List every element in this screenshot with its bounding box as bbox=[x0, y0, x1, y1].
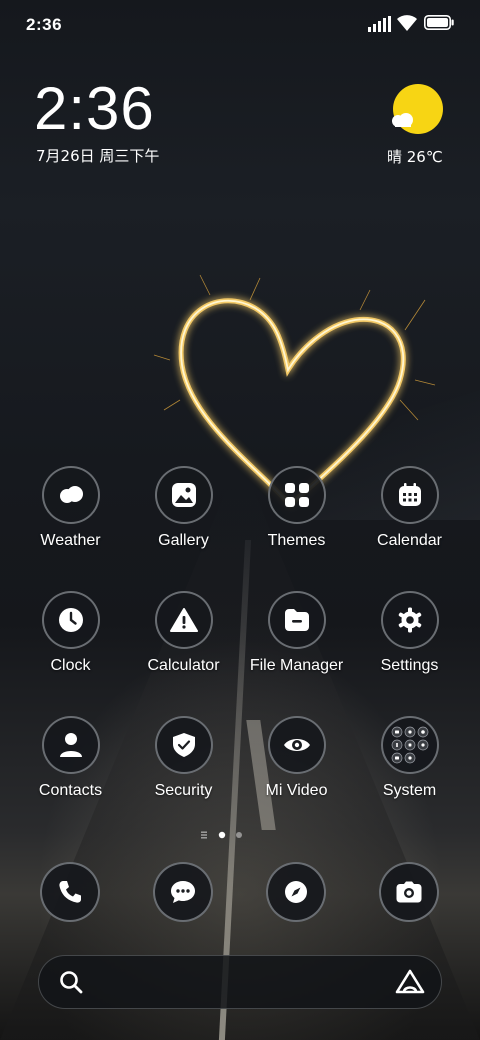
app-label: Calendar bbox=[377, 532, 442, 549]
app-clock[interactable]: Clock bbox=[14, 591, 127, 675]
app-settings[interactable]: Settings bbox=[353, 591, 466, 675]
app-label: Weather bbox=[40, 532, 101, 549]
dock-camera[interactable] bbox=[352, 862, 465, 922]
app-themes[interactable]: Themes bbox=[240, 466, 353, 550]
themes-icon bbox=[267, 466, 326, 524]
search-bar[interactable] bbox=[38, 955, 442, 1009]
calendar-icon bbox=[380, 466, 439, 524]
weather-icon bbox=[41, 466, 100, 524]
cloud-icon bbox=[392, 113, 413, 127]
app-contacts[interactable]: Contacts bbox=[14, 716, 127, 800]
clock-icon bbox=[41, 591, 100, 649]
app-calendar[interactable]: Calendar bbox=[353, 466, 466, 550]
camera-icon bbox=[378, 862, 439, 922]
settings-icon bbox=[380, 591, 439, 649]
folder-system[interactable]: System bbox=[353, 716, 466, 800]
clock-date: 7月26日 周三下午 bbox=[36, 147, 160, 165]
app-label: Settings bbox=[380, 657, 439, 674]
contacts-icon bbox=[41, 716, 100, 774]
app-label: Clock bbox=[50, 657, 91, 674]
app-label: Contacts bbox=[38, 782, 103, 799]
app-label: Security bbox=[154, 782, 213, 799]
app-label: Calculator bbox=[147, 657, 220, 674]
dock-browser[interactable] bbox=[239, 862, 352, 922]
page-indicator[interactable] bbox=[200, 829, 250, 841]
status-bar: 2:36 bbox=[0, 0, 480, 50]
system-folder-icon bbox=[380, 716, 439, 774]
app-label: File Manager bbox=[249, 657, 344, 674]
weather-text: 晴 26℃ bbox=[387, 148, 443, 166]
app-label: Themes bbox=[267, 532, 326, 549]
wifi-icon bbox=[397, 15, 417, 31]
page-dot bbox=[236, 832, 242, 838]
app-label: System bbox=[382, 782, 437, 799]
page-dot-active bbox=[218, 831, 226, 839]
assistant-icon[interactable] bbox=[395, 969, 425, 995]
file-manager-icon bbox=[267, 591, 326, 649]
app-label: Mi Video bbox=[265, 782, 328, 799]
gallery-icon bbox=[154, 466, 213, 524]
home-menu-icon bbox=[201, 831, 207, 839]
search-icon[interactable] bbox=[59, 970, 83, 994]
calculator-icon bbox=[154, 591, 213, 649]
app-security[interactable]: Security bbox=[127, 716, 240, 800]
app-file-manager[interactable]: File Manager bbox=[240, 591, 353, 675]
status-time: 2:36 bbox=[26, 15, 63, 34]
app-label: Gallery bbox=[158, 532, 209, 549]
battery-icon bbox=[424, 15, 454, 30]
browser-icon bbox=[265, 862, 326, 922]
cellular-signal-icon bbox=[368, 16, 391, 32]
app-calculator[interactable]: Calculator bbox=[127, 591, 240, 675]
app-gallery[interactable]: Gallery bbox=[127, 466, 240, 550]
phone-icon bbox=[39, 862, 100, 922]
dock-messages[interactable] bbox=[126, 862, 239, 922]
dock-phone[interactable] bbox=[13, 862, 126, 922]
mi-video-icon bbox=[267, 716, 326, 774]
security-icon bbox=[154, 716, 213, 774]
app-mi-video[interactable]: Mi Video bbox=[240, 716, 353, 800]
messages-icon bbox=[152, 862, 213, 922]
app-weather[interactable]: Weather bbox=[14, 466, 127, 550]
clock-time: 2:36 bbox=[34, 75, 155, 142]
